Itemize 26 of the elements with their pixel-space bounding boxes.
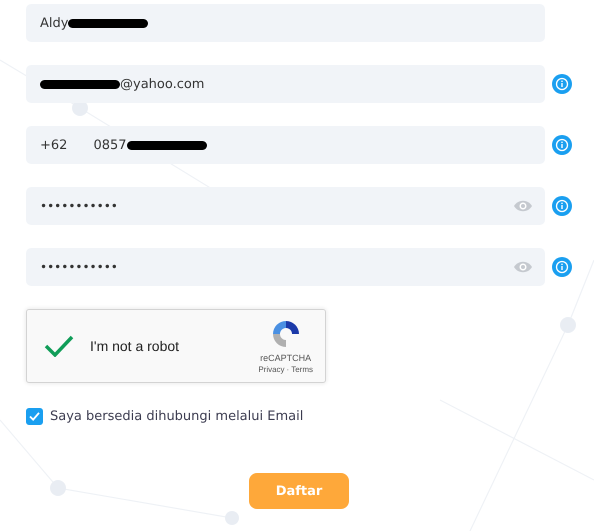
field-value: @yahoo.com bbox=[120, 76, 204, 92]
consent-label: Saya bersedia dihubungi melalui Email bbox=[50, 409, 304, 424]
checkmark-icon[interactable] bbox=[44, 335, 74, 357]
field-value: 0857 bbox=[93, 138, 127, 152]
eye-icon[interactable] bbox=[513, 260, 533, 274]
captcha-label: I'm not a robot bbox=[90, 338, 180, 354]
checkbox[interactable] bbox=[26, 408, 43, 425]
terms-link[interactable]: Terms bbox=[291, 365, 313, 374]
input-field[interactable]: @yahoo.com bbox=[26, 65, 545, 103]
info-icon[interactable] bbox=[552, 196, 572, 216]
password-field[interactable]: ••••••••••• bbox=[26, 248, 545, 286]
info-icon[interactable] bbox=[552, 257, 572, 277]
eye-icon[interactable] bbox=[513, 199, 533, 213]
info-icon[interactable] bbox=[552, 135, 572, 155]
masked-password: ••••••••••• bbox=[40, 199, 118, 213]
password-field[interactable]: ••••••••••• bbox=[26, 187, 545, 225]
phone-field[interactable]: +62 0857 bbox=[26, 126, 545, 164]
checkmark-icon bbox=[29, 412, 40, 421]
field-value: Aldy bbox=[40, 16, 68, 30]
masked-password: ••••••••••• bbox=[40, 260, 118, 274]
captcha-brand: reCAPTCHA bbox=[260, 353, 312, 363]
country-code: +62 bbox=[40, 138, 68, 152]
info-icon[interactable] bbox=[552, 74, 572, 94]
privacy-link[interactable]: Privacy bbox=[258, 365, 285, 374]
separator-dot: · bbox=[286, 365, 290, 374]
input-field[interactable]: Aldy bbox=[26, 4, 545, 42]
